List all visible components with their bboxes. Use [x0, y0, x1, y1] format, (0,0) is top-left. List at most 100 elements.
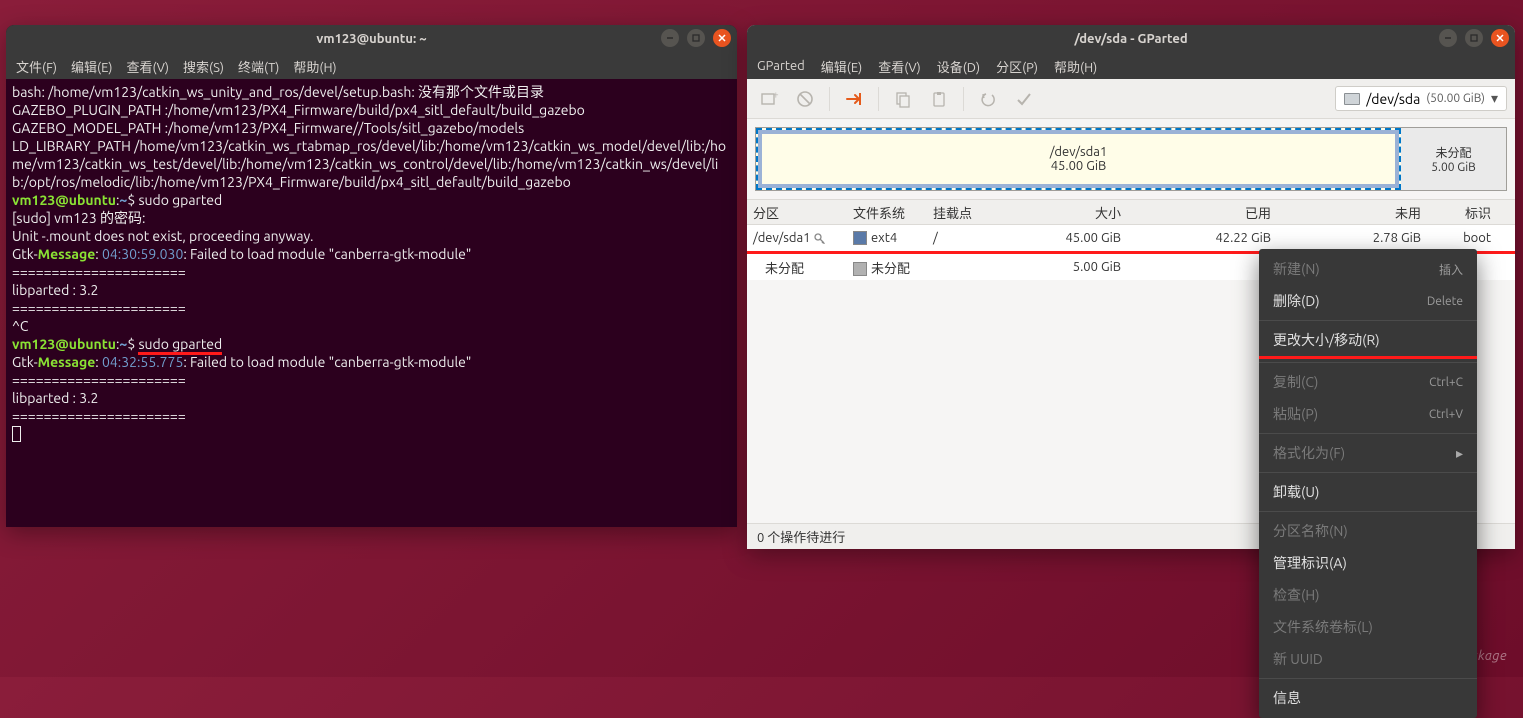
undo-button[interactable]: [974, 85, 1002, 113]
context-menu-item[interactable]: 删除(D) Delete: [1259, 285, 1477, 317]
device-selector[interactable]: /dev/sda (50.00 GiB) ▾: [1335, 86, 1507, 111]
gparted-menu-edit[interactable]: 编辑(E): [821, 57, 862, 76]
fs-swatch-icon: [853, 231, 867, 245]
terminal-menu-help[interactable]: 帮助(H): [293, 57, 336, 76]
row-partition-name: 未分配: [765, 262, 804, 276]
context-menu-shortcut: 插入: [1439, 261, 1463, 278]
row-size: 5.00 GiB: [987, 260, 1127, 274]
context-menu-label: 更改大小/移动(R): [1273, 330, 1380, 350]
row-flags: boot: [1427, 231, 1515, 245]
context-menu-label: 删除(D): [1273, 291, 1320, 311]
terminal-menu-terminal[interactable]: 终端(T): [238, 57, 279, 76]
partition-context-menu: 新建(N)插入删除(D)Delete更改大小/移动(R)复制(C)Ctrl+C粘…: [1259, 249, 1477, 718]
context-menu-shortcut: Delete: [1427, 295, 1463, 308]
row-free: 2.78 GiB: [1277, 231, 1427, 245]
row-used: ---: [1127, 260, 1277, 274]
gparted-maximize-button[interactable]: [1465, 29, 1483, 47]
svg-text:+: +: [773, 89, 779, 100]
term-line: ======================: [12, 408, 186, 424]
context-menu-label: 检查(H): [1273, 585, 1320, 605]
copy-button[interactable]: [889, 85, 917, 113]
terminal-menu-search[interactable]: 搜索(S): [183, 57, 224, 76]
new-partition-button[interactable]: +: [755, 85, 783, 113]
gparted-menu-partition[interactable]: 分区(P): [996, 57, 1038, 76]
submenu-arrow-icon: ▸: [1456, 445, 1463, 462]
term-line: ^C: [12, 318, 28, 334]
gparted-window-controls: [1439, 29, 1509, 47]
col-partition[interactable]: 分区: [747, 203, 847, 222]
disk-map-unallocated-size: 5.00 GiB: [1431, 161, 1476, 174]
menu-separator: [1259, 362, 1477, 363]
menu-separator: [1259, 472, 1477, 473]
context-menu-item: 新建(N) 插入: [1259, 253, 1477, 285]
disk-map-label: /dev/sda1: [1050, 145, 1108, 159]
resize-move-button[interactable]: [840, 85, 868, 113]
gparted-menu-gparted[interactable]: GParted: [757, 59, 805, 73]
context-menu-item[interactable]: 更改大小/移动(R): [1259, 324, 1477, 356]
col-flags[interactable]: 标识: [1427, 203, 1515, 222]
device-path: /dev/sda: [1366, 91, 1420, 107]
terminal-menu-edit[interactable]: 编辑(E): [71, 57, 112, 76]
device-size: (50.00 GiB): [1426, 92, 1485, 105]
fs-swatch-icon: [853, 262, 867, 276]
term-line: Unit -.mount does not exist, proceeding …: [12, 228, 314, 244]
paste-button[interactable]: [925, 85, 953, 113]
context-menu-shortcut: Ctrl+C: [1429, 376, 1463, 389]
context-menu-label: 新建(N): [1273, 259, 1320, 279]
col-filesystem[interactable]: 文件系统: [847, 203, 927, 222]
term-command: sudo gparted: [138, 192, 222, 208]
context-menu-shortcut: Ctrl+V: [1429, 408, 1463, 421]
toolbar-separator: [829, 87, 830, 111]
gparted-title: /dev/sda - GParted: [1074, 32, 1187, 46]
table-row[interactable]: /dev/sda1 ext4 / 45.00 GiB 42.22 GiB 2.7…: [747, 225, 1515, 251]
context-menu-item[interactable]: 卸载(U): [1259, 476, 1477, 508]
term-line: GAZEBO_MODEL_PATH :/home/vm123/PX4_Firmw…: [12, 120, 524, 136]
menu-separator: [1259, 511, 1477, 512]
term-line: bash: /home/vm123/catkin_ws_unity_and_ro…: [12, 84, 418, 100]
gparted-menu-help[interactable]: 帮助(H): [1054, 57, 1097, 76]
term-command-highlighted: sudo gparted: [138, 336, 222, 352]
terminal-menubar: 文件(F) 编辑(E) 查看(V) 搜索(S) 终端(T) 帮助(H): [6, 53, 737, 79]
terminal-titlebar[interactable]: vm123@ubuntu: ~: [6, 25, 737, 53]
context-menu-item: 检查(H): [1259, 579, 1477, 611]
col-free[interactable]: 未用: [1277, 203, 1427, 222]
context-menu-item: 新 UUID: [1259, 643, 1477, 675]
lock-icon: [813, 232, 826, 245]
gparted-minimize-button[interactable]: [1439, 29, 1457, 47]
terminal-menu-view[interactable]: 查看(V): [127, 57, 169, 76]
col-mountpoint[interactable]: 挂载点: [927, 203, 987, 222]
gparted-titlebar[interactable]: /dev/sda - GParted: [747, 25, 1515, 53]
terminal-minimize-button[interactable]: [661, 29, 679, 47]
terminal-maximize-button[interactable]: [687, 29, 705, 47]
toolbar-separator: [963, 87, 964, 111]
context-menu-label: 粘贴(P): [1273, 404, 1318, 424]
context-menu-item[interactable]: 信息: [1259, 682, 1477, 714]
menu-separator: [1259, 320, 1477, 321]
gparted-menu-view[interactable]: 查看(V): [878, 57, 920, 76]
context-menu-label: 分区名称(N): [1273, 521, 1348, 541]
col-used[interactable]: 已用: [1127, 203, 1277, 222]
row-fs: 未分配: [871, 262, 910, 276]
context-menu-item: 分区名称(N): [1259, 515, 1477, 547]
context-menu-label: 格式化为(F): [1273, 443, 1345, 463]
delete-partition-button[interactable]: [791, 85, 819, 113]
terminal-body[interactable]: bash: /home/vm123/catkin_ws_unity_and_ro…: [6, 79, 737, 527]
gparted-toolbar: + /dev/sda (50.00 GiB) ▾: [747, 79, 1515, 119]
term-line: 没有那个文件或目录: [418, 84, 544, 100]
gparted-menu-device[interactable]: 设备(D): [937, 57, 980, 76]
terminal-menu-file[interactable]: 文件(F): [16, 57, 57, 76]
term-line: GAZEBO_PLUGIN_PATH :/home/vm123/PX4_Firm…: [12, 102, 585, 118]
partition-table-header[interactable]: 分区 文件系统 挂载点 大小 已用 未用 标识: [747, 199, 1515, 225]
context-menu-item[interactable]: 管理标识(A): [1259, 547, 1477, 579]
row-size: 45.00 GiB: [987, 231, 1127, 245]
row-mountpoint: /: [927, 231, 987, 245]
disk-map-partition[interactable]: /dev/sda1 45.00 GiB: [756, 128, 1401, 190]
apply-button[interactable]: [1010, 85, 1038, 113]
disk-map-unallocated[interactable]: 未分配 5.00 GiB: [1401, 128, 1506, 190]
toolbar-separator: [878, 87, 879, 111]
col-size[interactable]: 大小: [987, 203, 1127, 222]
disk-map[interactable]: /dev/sda1 45.00 GiB 未分配 5.00 GiB: [755, 127, 1507, 191]
gparted-close-button[interactable]: [1491, 29, 1509, 47]
terminal-title: vm123@ubuntu: ~: [316, 32, 426, 46]
terminal-close-button[interactable]: [713, 29, 731, 47]
